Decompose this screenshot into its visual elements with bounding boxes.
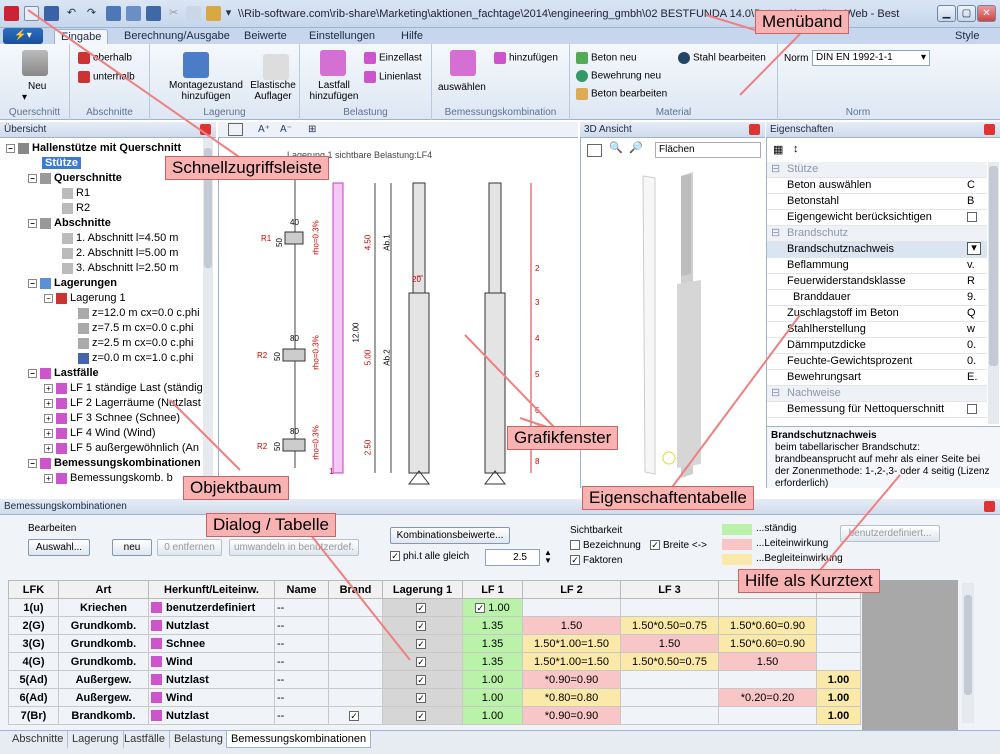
callout-objektbaum: Objektbaum [183, 476, 289, 500]
callout-schnellzugriff: Schnellzugriffsleiste [165, 156, 329, 180]
callout-dialog-tabelle: Dialog / Tabelle [206, 513, 336, 537]
callout-eigenschaftentabelle: Eigenschaftentabelle [582, 486, 754, 510]
callout-menueband: Menüband [755, 10, 850, 34]
callout-grafikfenster: Grafikfenster [507, 426, 619, 450]
callout-hilfe: Hilfe als Kurztext [738, 569, 880, 593]
callout-arrows [27, 9, 901, 661]
